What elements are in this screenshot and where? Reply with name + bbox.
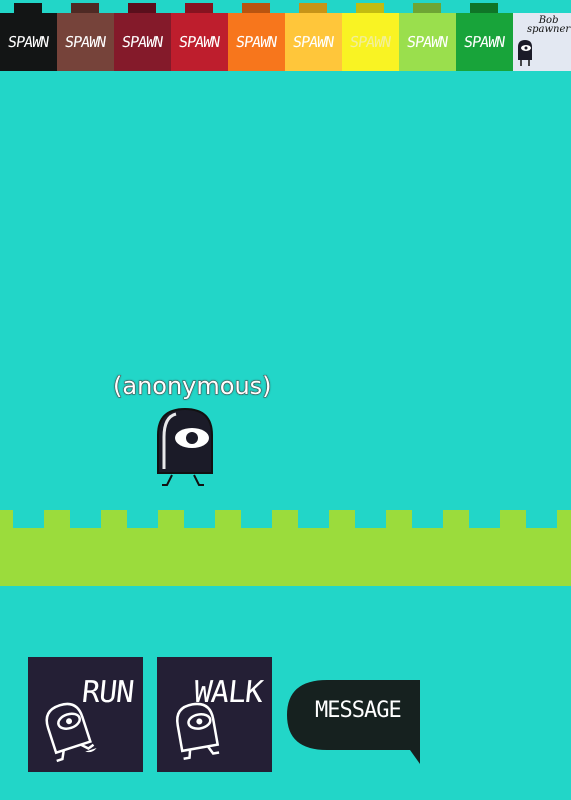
spawn-button-5[interactable]: SPAWN: [285, 0, 342, 71]
ground-platform: [0, 510, 571, 586]
spawn-button-face: SPAWN: [285, 13, 342, 71]
spawn-label: SPAWN: [463, 33, 506, 51]
ground-crenel: [0, 510, 13, 530]
ground-crenel: [114, 510, 127, 530]
spawn-button-face: SPAWN: [0, 13, 57, 71]
spawn-label: SPAWN: [349, 33, 392, 51]
ground-crenel: [342, 510, 355, 530]
spawn-label: SPAWN: [178, 33, 221, 51]
ground-crenel: [513, 510, 526, 530]
spawn-label: SPAWN: [406, 33, 449, 51]
spawn-toolbar: SPAWN SPAWN SPAWN SPAWN SPAWN SPAWN SPAWN SPAWN…: [0, 0, 571, 71]
spawn-button-2[interactable]: SPAWN: [114, 0, 171, 71]
spawn-button-face: SPAWN: [228, 13, 285, 71]
spawn-label: SPAWN: [121, 33, 164, 51]
ground-crenel: [285, 510, 298, 530]
run-button[interactable]: RUN: [28, 657, 143, 772]
ground-crenel: [57, 510, 70, 530]
ground-crenel: [228, 510, 241, 530]
ground-base: [0, 528, 571, 586]
ground-crenel: [557, 510, 571, 530]
spawn-button-face: SPAWN: [114, 13, 171, 71]
spawn-button-8[interactable]: SPAWN: [456, 0, 513, 71]
bob-spawner-button[interactable]: Bob spawner: [513, 0, 571, 71]
message-label: MESSAGE: [315, 698, 402, 723]
walk-button[interactable]: WALK: [157, 657, 272, 772]
spawn-button-1[interactable]: SPAWN: [57, 0, 114, 71]
spawn-label: SPAWN: [235, 33, 278, 51]
spawn-button-face: SPAWN: [342, 13, 399, 71]
spawn-button-face: SPAWN: [456, 13, 513, 71]
ground-crenel: [399, 510, 412, 530]
spawn-button-0[interactable]: SPAWN: [0, 0, 57, 71]
bob-spawner-title: Bob spawner: [527, 16, 571, 35]
spawn-button-face: SPAWN: [57, 13, 114, 71]
bob-mini-icon: [518, 40, 532, 66]
spawn-button-face: SPAWN: [171, 13, 228, 71]
ground-crenel: [171, 510, 184, 530]
spawn-button-face: SPAWN: [399, 13, 456, 71]
spawn-button-6[interactable]: SPAWN: [342, 0, 399, 71]
bob-spawner-line2: spawner: [527, 24, 571, 35]
bob-character[interactable]: [150, 405, 220, 495]
speech-bubble-icon: [287, 680, 420, 764]
spawn-label: SPAWN: [64, 33, 107, 51]
message-button[interactable]: MESSAGE: [287, 680, 422, 766]
spawn-label: SPAWN: [7, 33, 50, 51]
walking-bob-icon: [176, 702, 220, 760]
ground-crenel: [456, 510, 469, 530]
spawn-button-3[interactable]: SPAWN: [171, 0, 228, 71]
running-bob-icon: [45, 702, 97, 763]
spawn-button-4[interactable]: SPAWN: [228, 0, 285, 71]
player-name-label: (anonymous): [113, 372, 273, 401]
spawn-label: SPAWN: [292, 33, 335, 51]
spawn-button-7[interactable]: SPAWN: [399, 0, 456, 71]
